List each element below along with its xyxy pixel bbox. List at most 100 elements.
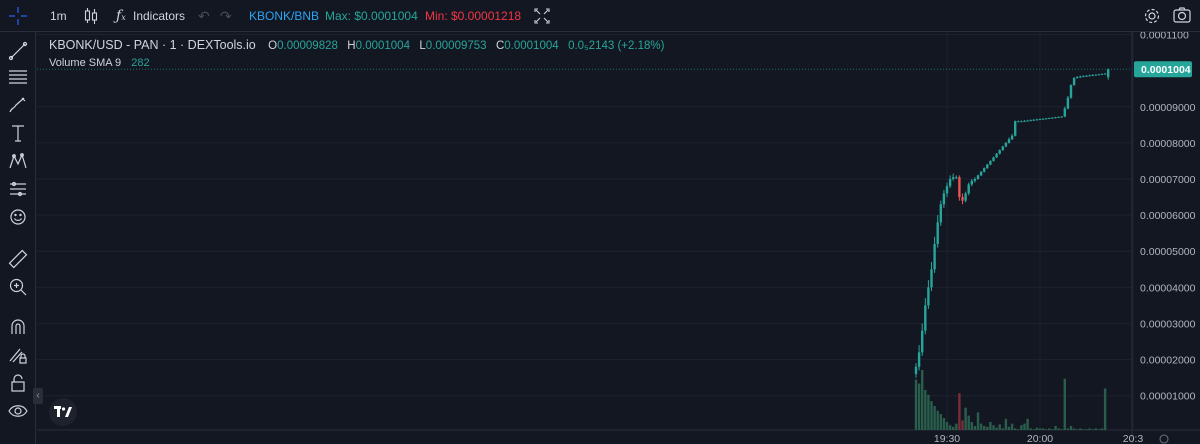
candle-body bbox=[1020, 121, 1023, 123]
volume-bar bbox=[955, 423, 958, 430]
candle-body bbox=[1029, 120, 1032, 122]
volume-bar bbox=[921, 370, 924, 430]
volume-bar bbox=[986, 426, 989, 430]
volume-bar bbox=[1060, 429, 1063, 430]
volume-bar bbox=[1100, 428, 1104, 430]
prediction-icon[interactable] bbox=[7, 178, 29, 200]
volume-bar bbox=[1007, 426, 1011, 430]
candle-body bbox=[986, 164, 989, 169]
price-axis[interactable]: 0.00011000.000090000.000080000.000070000… bbox=[1134, 30, 1196, 403]
candle-body bbox=[930, 269, 933, 288]
candle-body bbox=[921, 330, 924, 353]
drawing-toolbar bbox=[0, 32, 36, 444]
indicators-button[interactable]: Indicators bbox=[133, 0, 185, 32]
volume-bar bbox=[992, 425, 995, 430]
y-tick-label: 0.00007000 bbox=[1140, 174, 1196, 186]
candle-body bbox=[917, 352, 921, 367]
volume-bar bbox=[1051, 429, 1054, 430]
x-tick-label: 20:00 bbox=[1027, 433, 1053, 444]
volume-bar bbox=[958, 393, 961, 430]
magnet-icon[interactable] bbox=[7, 316, 29, 338]
emoji-icon[interactable] bbox=[7, 206, 29, 228]
interval-button[interactable]: 1m bbox=[50, 0, 67, 32]
volume-bar bbox=[924, 390, 927, 430]
volume-bar bbox=[1072, 428, 1076, 430]
zoom-in-icon[interactable] bbox=[7, 276, 29, 298]
max-price-label: Max: $0.0001004 bbox=[325, 9, 418, 23]
volume-bar bbox=[979, 423, 983, 430]
pair-link[interactable]: KBONK/BNB bbox=[249, 0, 319, 32]
volume-bar bbox=[967, 415, 970, 430]
volume-bar bbox=[933, 406, 936, 430]
indicators-fx-icon[interactable]: ƒx bbox=[116, 0, 130, 32]
volume-bar bbox=[917, 383, 921, 430]
volume-bar bbox=[1048, 428, 1051, 430]
time-axis[interactable]: 19:30 20:00 20:3 bbox=[934, 433, 1169, 444]
candle-body bbox=[952, 177, 955, 179]
y-tick-label: 0.00001000 bbox=[1140, 391, 1196, 403]
crosshair-menu-icon[interactable] bbox=[8, 0, 30, 32]
candles-type-icon[interactable] bbox=[84, 0, 98, 32]
candle-body bbox=[1057, 116, 1060, 118]
volume-bar bbox=[1088, 428, 1091, 430]
x-tick-label: 20:3 bbox=[1123, 433, 1144, 444]
volume-bar bbox=[1029, 428, 1032, 430]
fib-retracement-icon[interactable] bbox=[7, 66, 29, 88]
volume-bar bbox=[936, 410, 939, 430]
chart-canvas[interactable]: 0.00011000.000090000.000080000.000070000… bbox=[0, 0, 1200, 444]
redo-icon[interactable]: ↷ bbox=[220, 0, 232, 32]
text-icon[interactable] bbox=[7, 122, 29, 144]
symbol-title[interactable]: KBONK/USD - PAN · 1 · DEXTools.io bbox=[49, 38, 256, 52]
candle-body bbox=[1045, 118, 1048, 120]
candle-body bbox=[976, 175, 980, 179]
fullscreen-icon[interactable] bbox=[534, 0, 550, 32]
volume-bar bbox=[1001, 428, 1004, 430]
candle-body bbox=[1069, 85, 1073, 98]
chart-grid bbox=[37, 32, 1200, 444]
undo-icon[interactable]: ↶ bbox=[198, 0, 210, 32]
candle-body bbox=[1010, 135, 1014, 140]
y-tick-label: 0.00006000 bbox=[1140, 210, 1196, 222]
eye-icon[interactable] bbox=[7, 400, 29, 422]
candle-body bbox=[979, 171, 983, 176]
candle-body bbox=[1076, 77, 1079, 79]
volume-bar bbox=[1057, 428, 1060, 430]
candle-body bbox=[924, 305, 927, 331]
candle-body bbox=[1085, 75, 1088, 77]
candlestick-series bbox=[914, 68, 1110, 378]
y-tick-label: 0.00009000 bbox=[1140, 102, 1196, 114]
tradingview-logo[interactable] bbox=[49, 398, 77, 426]
volume-bar bbox=[1017, 429, 1020, 430]
collapse-sidebar-button[interactable]: ‹ bbox=[33, 388, 43, 404]
volume-bar bbox=[942, 418, 946, 430]
lock-drawing-icon[interactable] bbox=[7, 344, 29, 366]
volume-bar bbox=[1010, 423, 1014, 430]
candle-body bbox=[958, 177, 961, 198]
high-value: 0.0001004 bbox=[355, 40, 410, 52]
candle-body bbox=[1017, 121, 1020, 123]
ruler-icon[interactable] bbox=[7, 248, 29, 270]
volume-bar bbox=[1069, 426, 1073, 430]
candle-body bbox=[992, 157, 995, 161]
volume-bar bbox=[1041, 428, 1045, 430]
candle-body bbox=[1023, 120, 1026, 122]
volume-bar bbox=[1023, 423, 1026, 430]
volume-bar bbox=[998, 424, 1001, 430]
volume-label[interactable]: Volume SMA 9 bbox=[49, 57, 121, 69]
settings-gear-icon[interactable] bbox=[1143, 0, 1161, 32]
candle-body bbox=[967, 184, 970, 194]
y-tick-label: 0.00005000 bbox=[1140, 246, 1196, 258]
candle-body bbox=[1026, 120, 1029, 122]
candle-body bbox=[1032, 119, 1035, 121]
brush-icon[interactable] bbox=[7, 94, 29, 116]
volume-bar bbox=[995, 427, 998, 430]
lock-icon[interactable] bbox=[7, 372, 29, 394]
snapshot-camera-icon[interactable] bbox=[1172, 0, 1192, 32]
change-value: 0.0₅2143 (+2.18%) bbox=[568, 40, 665, 52]
trend-line-icon[interactable] bbox=[7, 40, 29, 62]
pattern-icon[interactable] bbox=[7, 150, 29, 172]
candle-body bbox=[961, 197, 964, 201]
volume-bar bbox=[1045, 429, 1048, 430]
ohlc-legend: KBONK/USD - PAN · 1 · DEXTools.io O0.000… bbox=[49, 38, 664, 52]
candle-body bbox=[1088, 75, 1091, 77]
